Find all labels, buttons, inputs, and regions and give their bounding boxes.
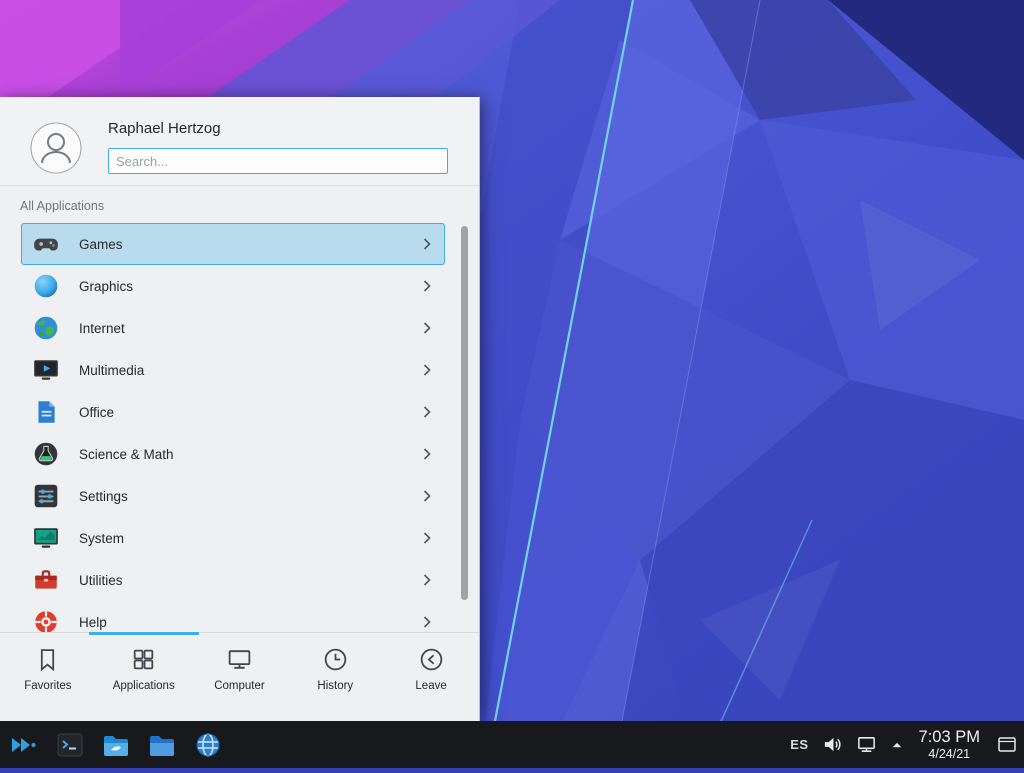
keyboard-layout-indicator[interactable]: ES [790,737,808,752]
category-item-internet[interactable]: Internet [21,307,445,349]
file-manager-icon [101,730,131,760]
show-desktop-button[interactable] [995,733,1019,757]
category-label: Science & Math [79,447,174,462]
submenu-arrow-icon [423,238,431,250]
category-list: Games Graphics Internet Multimedia [0,218,479,633]
category-label: Utilities [79,573,123,588]
system-monitor-icon [32,524,60,552]
tab-label: Computer [214,680,265,692]
category-label: Graphics [79,279,133,294]
folder-icon [147,730,177,760]
category-item-multimedia[interactable]: Multimedia [21,349,445,391]
user-avatar-icon [30,122,82,174]
graphics-sphere-icon [32,272,60,300]
tab-label: Applications [113,680,175,692]
tab-applications[interactable]: Applications [96,633,192,721]
taskbar-browser-button[interactable] [193,730,223,760]
apps-grid-icon [130,646,157,673]
tab-history[interactable]: History [287,633,383,721]
bookmark-icon [34,646,61,673]
digital-clock[interactable]: 7:03 PM 4/24/21 [919,728,980,760]
category-item-science-math[interactable]: Science & Math [21,433,445,475]
scrollbar-thumb[interactable] [461,226,468,600]
submenu-arrow-icon [423,532,431,544]
computer-icon [226,646,253,673]
clock-date: 4/24/21 [928,747,970,761]
user-avatar[interactable] [30,122,82,174]
category-label: System [79,531,124,546]
launcher-tabbar: Favorites Applications Computer History … [0,632,479,721]
expand-tray-arrow-icon[interactable] [890,738,904,752]
tab-favorites[interactable]: Favorites [0,633,96,721]
web-browser-icon [193,730,223,760]
lifebuoy-icon [32,608,60,633]
submenu-arrow-icon [423,406,431,418]
tab-label: History [317,680,353,692]
flask-icon [32,440,60,468]
sliders-icon [32,482,60,510]
kali-menu-icon [9,730,39,760]
taskbar-terminal-button[interactable] [55,730,85,760]
tab-computer[interactable]: Computer [192,633,288,721]
document-icon [32,398,60,426]
submenu-arrow-icon [423,616,431,628]
category-item-games[interactable]: Games [21,223,445,265]
section-label: All Applications [20,199,104,213]
search-input[interactable] [108,148,448,174]
globe-icon [32,314,60,342]
tab-leave[interactable]: Leave [383,633,479,721]
clock-time: 7:03 PM [919,728,980,746]
submenu-arrow-icon [423,574,431,586]
application-launcher: Raphael Hertzog All Applications Games G… [0,97,480,721]
tab-label: Leave [415,680,446,692]
submenu-arrow-icon [423,280,431,292]
category-label: Help [79,615,107,630]
category-item-help[interactable]: Help [21,601,445,633]
system-tray: ES 7:03 PM 4/24/21 [790,728,1024,760]
submenu-arrow-icon [423,322,431,334]
submenu-arrow-icon [423,490,431,502]
category-label: Multimedia [79,363,144,378]
launcher-header: Raphael Hertzog [0,98,479,186]
category-label: Internet [79,321,125,336]
category-item-graphics[interactable]: Graphics [21,265,445,307]
terminal-icon [55,730,85,760]
submenu-arrow-icon [423,448,431,460]
history-clock-icon [322,646,349,673]
taskbar-file-manager-button[interactable] [101,730,131,760]
volume-icon[interactable] [822,734,843,755]
category-item-system[interactable]: System [21,517,445,559]
tab-label: Favorites [24,680,71,692]
network-icon[interactable] [856,734,877,755]
taskbar-launcher-button[interactable] [9,730,39,760]
category-label: Games [79,237,123,252]
taskbar-launchers [0,730,223,760]
toolbox-icon [32,566,60,594]
user-name: Raphael Hertzog [108,120,221,137]
category-item-settings[interactable]: Settings [21,475,445,517]
gamepad-icon [32,230,60,258]
leave-icon [418,646,445,673]
submenu-arrow-icon [423,364,431,376]
category-item-utilities[interactable]: Utilities [21,559,445,601]
multimedia-monitor-icon [32,356,60,384]
taskbar-folder-button[interactable] [147,730,177,760]
show-desktop-icon [995,733,1019,757]
category-label: Settings [79,489,128,504]
category-label: Office [79,405,114,420]
taskbar: ES 7:03 PM 4/24/21 [0,721,1024,768]
category-item-office[interactable]: Office [21,391,445,433]
